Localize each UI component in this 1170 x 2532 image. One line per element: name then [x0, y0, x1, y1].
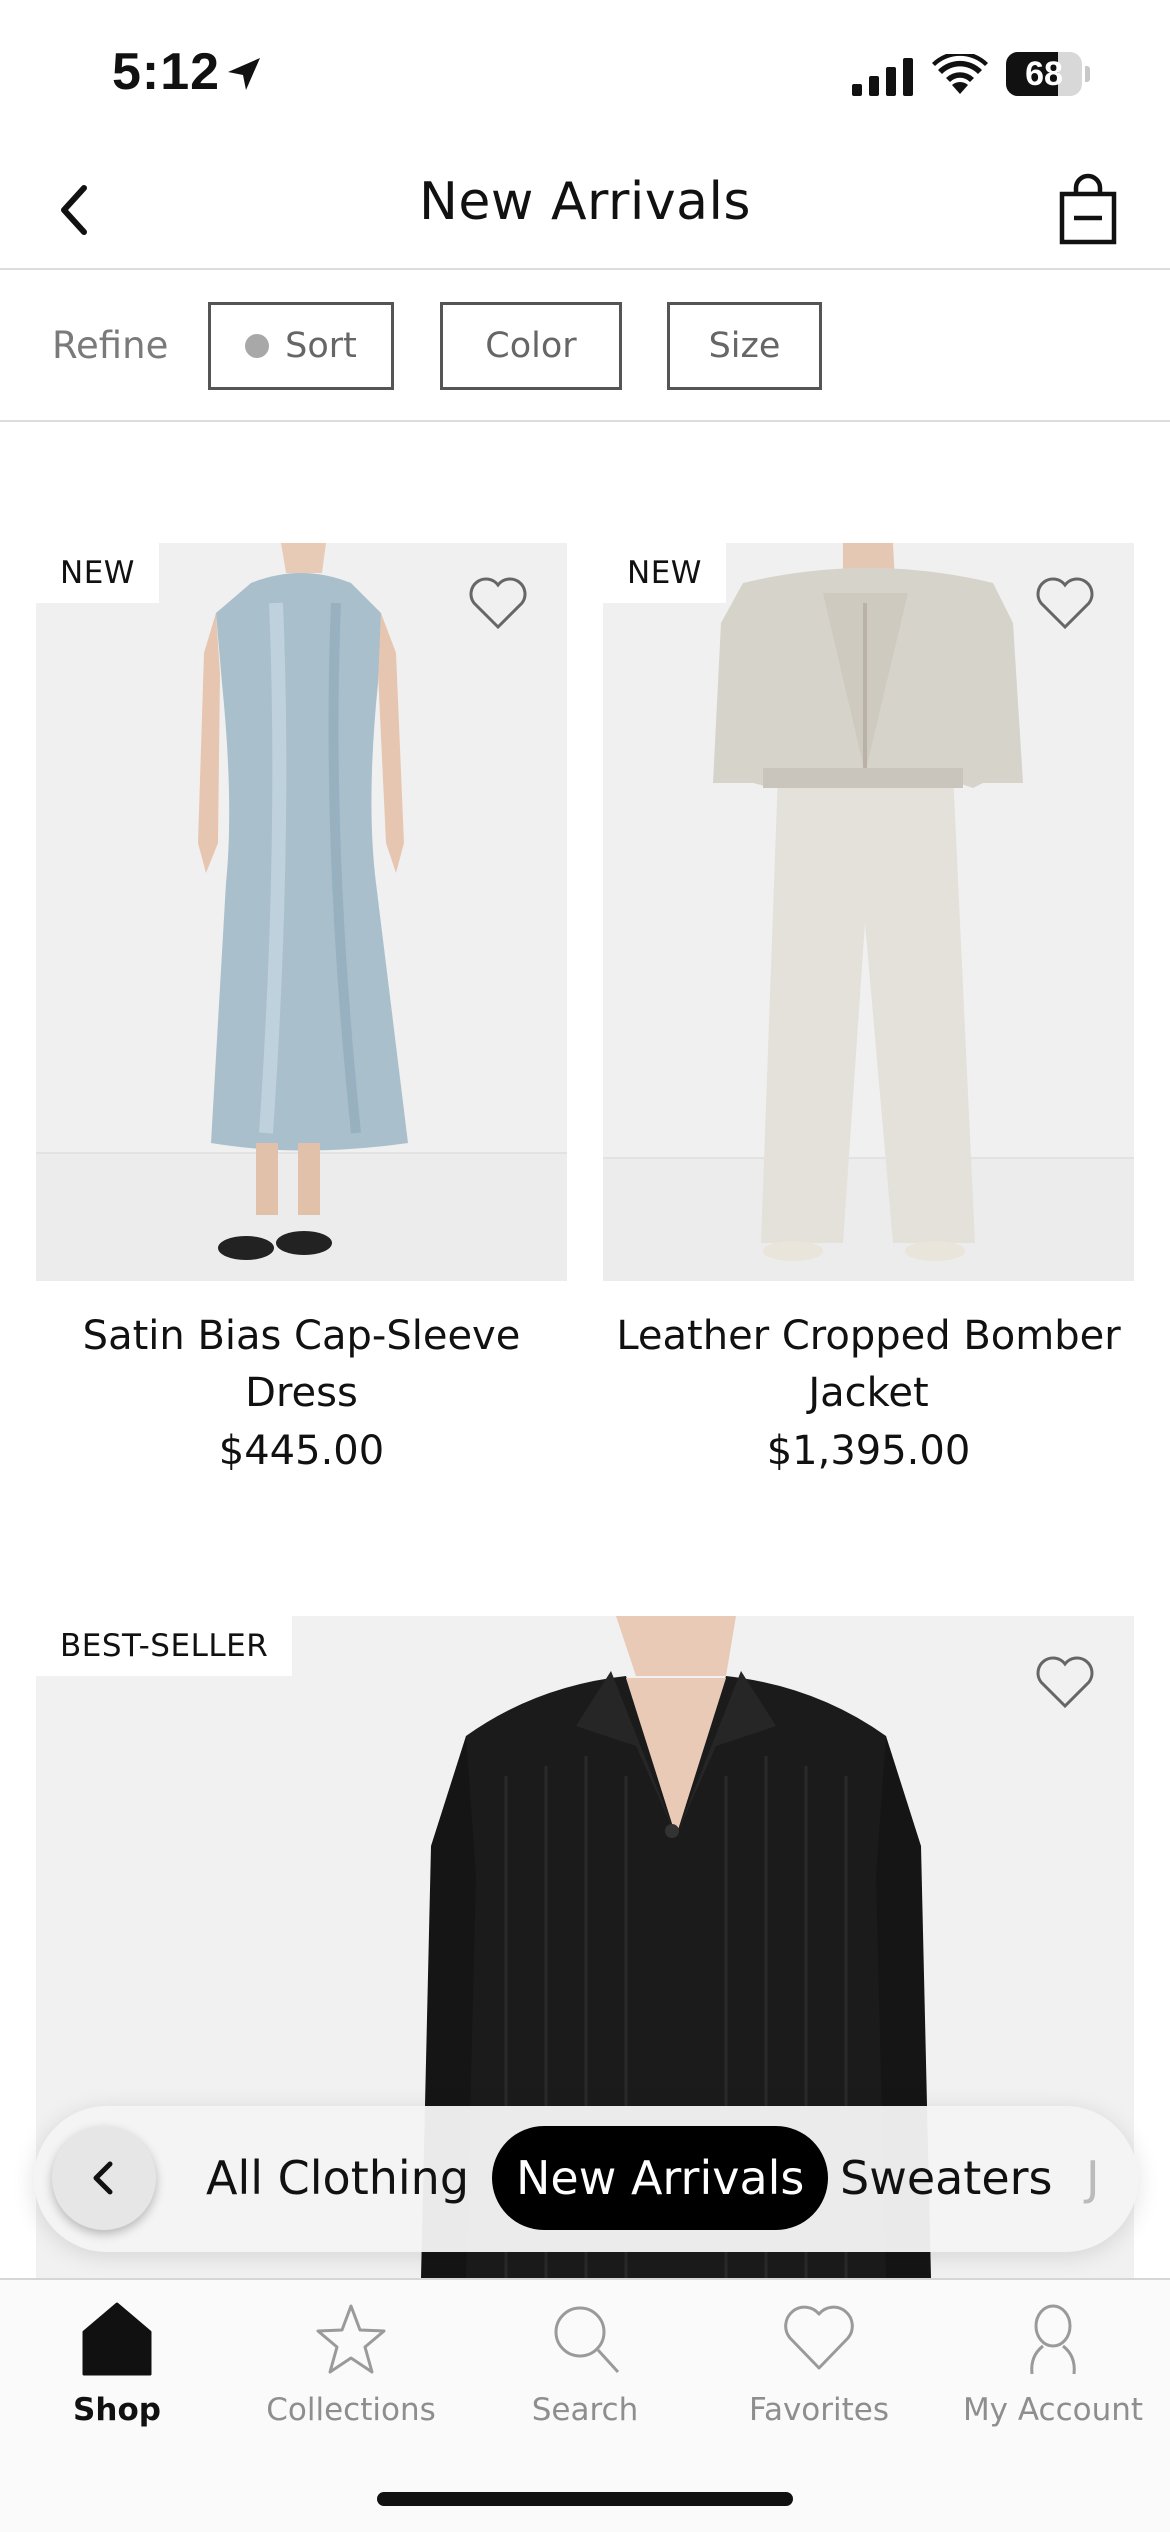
tab-shop[interactable]: Shop: [0, 2302, 234, 2442]
heart-icon: [469, 577, 527, 630]
battery-level: 68: [1025, 55, 1063, 93]
product-image[interactable]: NEW: [603, 543, 1134, 1281]
tab-my-account-label: My Account: [962, 2392, 1144, 2428]
favorite-button[interactable]: [466, 573, 530, 638]
color-filter-label: Color: [485, 326, 577, 366]
nav-header: New Arrivals: [0, 150, 1170, 270]
heart-icon: [1036, 577, 1094, 630]
favorite-button[interactable]: [1033, 573, 1097, 638]
tab-search[interactable]: Search: [468, 2302, 702, 2442]
product-name[interactable]: Satin Bias Cap-Sleeve Dress: [36, 1308, 567, 1422]
product-price: $445.00: [218, 1428, 385, 1474]
size-filter-label: Size: [708, 326, 781, 366]
sort-button[interactable]: Sort: [208, 302, 394, 390]
person-icon: [1030, 2304, 1076, 2375]
product-image[interactable]: NEW: [36, 543, 567, 1281]
status-bar: 5:12 68: [0, 0, 1170, 150]
tab-shop-label: Shop: [73, 2392, 161, 2428]
heart-icon: [1036, 1656, 1094, 1709]
home-indicator: [377, 2492, 793, 2506]
product-card[interactable]: NEW Leather Cropped Bomber Jacket $1,395…: [603, 543, 1134, 1483]
sort-label: Sort: [285, 326, 357, 366]
page-title: New Arrivals: [419, 172, 751, 232]
product-badge: BEST-SELLER: [36, 1616, 293, 1676]
size-filter-button[interactable]: Size: [667, 302, 822, 390]
category-next-partial[interactable]: J: [1086, 2126, 1100, 2230]
tab-my-account[interactable]: My Account: [936, 2302, 1170, 2442]
battery-icon: 68: [1006, 52, 1090, 96]
sort-indicator-dot: [245, 334, 270, 358]
category-new-arrivals[interactable]: New Arrivals: [492, 2126, 829, 2230]
shopping-bag-button[interactable]: [1050, 172, 1126, 248]
category-bar: All Clothing New Arrivals Sweaters J: [34, 2106, 1138, 2252]
status-time: 5:12: [112, 43, 221, 101]
favorite-button[interactable]: [1033, 1652, 1097, 1717]
chevron-left-icon: [93, 2161, 113, 2195]
star-icon: [316, 2304, 386, 2374]
tab-favorites[interactable]: Favorites: [702, 2302, 936, 2442]
dress-photo: [36, 543, 567, 1281]
color-filter-button[interactable]: Color: [440, 302, 622, 390]
product-badge: NEW: [36, 543, 159, 603]
refine-bar: Refine Sort Color Size: [0, 272, 1170, 422]
tab-collections[interactable]: Collections: [234, 2302, 468, 2442]
location-arrow-icon: [228, 58, 260, 90]
tab-favorites-label: Favorites: [748, 2392, 890, 2428]
shopping-bag-icon: [1059, 173, 1117, 245]
wifi-icon: [932, 54, 988, 94]
refine-label: Refine: [52, 324, 169, 367]
category-all-clothing[interactable]: All Clothing: [206, 2126, 469, 2230]
product-price: $1,395.00: [766, 1428, 971, 1474]
category-sweaters[interactable]: Sweaters: [840, 2126, 1053, 2230]
product-name[interactable]: Leather Cropped Bomber Jacket: [603, 1308, 1134, 1422]
tab-collections-label: Collections: [266, 2392, 436, 2428]
category-back-button[interactable]: [52, 2126, 156, 2230]
cellular-signal-icon: [852, 58, 913, 96]
product-card[interactable]: NEW Satin Bias Cap-Sleeve Dress $445.00: [36, 543, 567, 1483]
tab-search-label: Search: [531, 2392, 639, 2428]
bomber-jacket-photo: [603, 543, 1134, 1281]
product-badge: NEW: [603, 543, 726, 603]
search-icon: [554, 2306, 620, 2374]
heart-icon: [784, 2305, 854, 2370]
home-icon: [82, 2302, 152, 2376]
